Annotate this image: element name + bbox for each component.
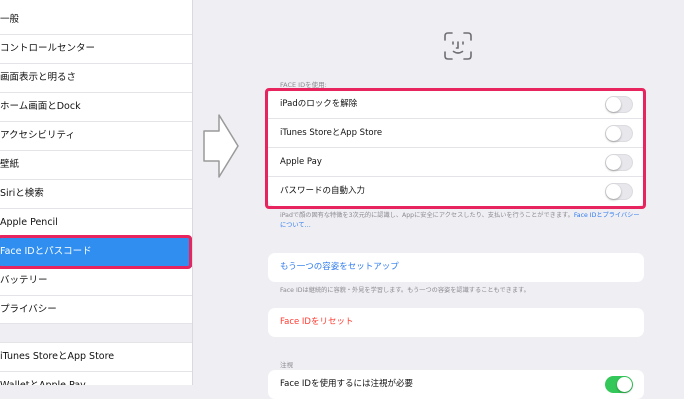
attention-section-header: 注視 [280,361,293,369]
sidebar-item-label: Apple Pencil [0,217,58,228]
sidebar-item-wallpaper[interactable]: 壁紙 [0,151,192,180]
sidebar-item-itunes-app-store[interactable]: iTunes StoreとApp Store [0,343,192,372]
sidebar-section-gap [0,323,192,343]
sidebar-item-siri-search[interactable]: Siriと検索 [0,180,192,209]
sidebar-item-label: 壁紙 [0,159,20,170]
face-id-card-highlight [265,88,646,209]
sidebar-item-home-dock[interactable]: ホーム画面とDock [0,93,192,122]
sidebar-item-label: ホーム画面とDock [0,101,81,112]
sidebar-item-label: Siriと検索 [0,188,44,199]
sidebar-item-privacy[interactable]: プライバシー [0,296,192,325]
alternate-appearance-card: もう一つの容姿をセットアップ [268,253,644,282]
right-arrow-icon [203,114,239,178]
setup-alternate-appearance-button[interactable]: もう一つの容姿をセットアップ [280,253,399,282]
sidebar-item-label: WalletとApple Pay [0,372,86,385]
sidebar-item-label: プライバシー [0,304,57,315]
sidebar-item-battery[interactable]: バッテリー [0,267,192,296]
face-id-footer-note: iPadで顔の固有な特徴を3次元的に認識し、Appに安全にアクセスしたり、支払い… [280,211,640,231]
sidebar-item-display-brightness[interactable]: 画面表示と明るさ [0,64,192,93]
face-id-footer-text: iPadで顔の固有な特徴を3次元的に認識し、Appに安全にアクセスしたり、支払い… [280,212,574,219]
sidebar-item-label: コントロールセンター [0,43,96,54]
reset-face-id-button[interactable]: Face IDをリセット [280,308,353,337]
sidebar-selection-highlight [0,235,192,269]
reset-face-id-card: Face IDをリセット [268,308,644,337]
sidebar-item-label: 一般 [0,14,20,25]
settings-sidebar: 一般 コントロールセンター 画面表示と明るさ ホーム画面とDock アクセシビリ… [0,0,193,385]
sidebar-item-label: iTunes StoreとApp Store [0,351,115,362]
sidebar-item-accessibility[interactable]: アクセシビリティ [0,122,192,151]
sidebar-item-wallet-apple-pay[interactable]: WalletとApple Pay [0,372,192,385]
sidebar-item-label: アクセシビリティ [0,130,75,141]
face-id-icon [444,32,472,60]
sidebar-item-apple-pencil[interactable]: Apple Pencil [0,209,192,238]
sidebar-item-general[interactable]: 一般 [0,6,192,35]
sidebar-item-label: 画面表示と明るさ [0,72,77,83]
alternate-appearance-note: Face IDは継続的に容貌・外見を学習します。もう一つの容姿を認識することもで… [280,287,530,294]
sidebar-item-control-center[interactable]: コントロールセンター [0,35,192,64]
sidebar-item-label: バッテリー [0,275,48,286]
